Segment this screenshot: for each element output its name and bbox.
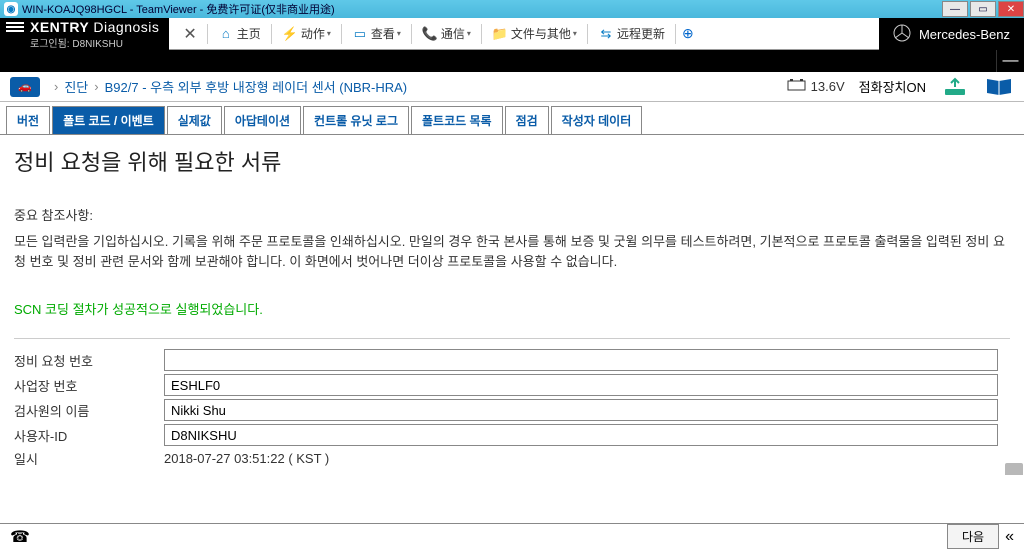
hamburger-icon[interactable]	[6, 20, 24, 34]
form-value: 2018-07-27 03:51:22 ( KST )	[164, 451, 1010, 466]
brand-xentry: XENTRY	[30, 19, 89, 35]
tab-author-data[interactable]: 작성자 데이터	[551, 106, 643, 134]
mercedes-brand: Mercedes-Benz	[879, 18, 1024, 50]
login-label: 로그인됨: D8NIKSHU	[30, 35, 159, 50]
minimize-button[interactable]: —	[942, 1, 968, 17]
form-row: 사용자-ID	[14, 424, 1010, 446]
app-minimize-button[interactable]: —	[996, 50, 1024, 72]
breadcrumb-code[interactable]: B92/7 - 우측 외부 후방 내장형 레이더 센서 (NBR-HRA)	[105, 77, 408, 96]
content-area: 정비 요청을 위해 필요한 서류 중요 참조사항: 모든 입력란을 기입하십시오…	[0, 135, 1024, 475]
instructions-paragraph: 모든 입력란을 기입하십시오. 기록을 위해 주문 프로토콜을 인쇄하십시오. …	[14, 232, 1010, 271]
tab-fault-code-list[interactable]: 폴트코드 목록	[411, 106, 503, 134]
form-input[interactable]	[164, 424, 998, 446]
form-row: 사업장 번호	[14, 374, 1010, 396]
form-row: 정비 요청 번호	[14, 349, 1010, 371]
tv-add-button[interactable]: ⊕	[682, 25, 694, 42]
breadcrumb-diag[interactable]: 진단	[64, 77, 88, 96]
form-label: 차대 번호(FIN)	[14, 471, 164, 475]
view-icon: ▭	[352, 26, 368, 42]
scrollbar-thumb[interactable]	[1005, 463, 1023, 475]
tab-fault-codes[interactable]: 폴트 코드 / 이벤트	[52, 106, 165, 134]
folder-icon: 📁	[492, 26, 508, 42]
form-value: WDDZF3DB4HA191307	[164, 473, 1010, 475]
expand-arrow-icon[interactable]: «	[1005, 528, 1014, 546]
phone-icon: 📞	[422, 26, 438, 42]
tv-view-button[interactable]: ▭查看▾	[344, 18, 409, 49]
teamviewer-icon: ◉	[4, 2, 18, 16]
tv-actions-button[interactable]: ⚡动作▾	[274, 18, 339, 49]
form-row: 검사원의 이름	[14, 399, 1010, 421]
battery-icon	[787, 79, 807, 94]
reference-heading: 중요 참조사항:	[14, 205, 1010, 224]
teamviewer-titlebar: ◉ WIN-KOAJQ98HGCL - TeamViewer - 免费许可证(仅…	[0, 0, 1024, 18]
page-title: 정비 요청을 위해 필요한 서류	[14, 145, 1010, 177]
home-icon: ⌂	[218, 26, 234, 42]
window-controls: — ▭ ✕	[940, 1, 1024, 17]
form-input[interactable]	[164, 374, 998, 396]
bolt-icon: ⚡	[282, 26, 298, 42]
form-row: 차대 번호(FIN)WDDZF3DB4HA191307	[14, 471, 1010, 475]
breadcrumb-bar: 🚗 › 진단 › B92/7 - 우측 외부 후방 내장형 레이더 센서 (NB…	[0, 72, 1024, 102]
mercedes-logo-icon	[893, 24, 911, 45]
form-label: 검사원의 이름	[14, 401, 164, 420]
phone-icon[interactable]: ☎	[10, 527, 30, 547]
export-button[interactable]	[940, 75, 970, 99]
form-row: 일시2018-07-27 03:51:22 ( KST )	[14, 449, 1010, 468]
vehicle-icon[interactable]: 🚗	[10, 77, 40, 97]
tab-adaptation[interactable]: 아답테이션	[224, 106, 301, 134]
tv-files-button[interactable]: 📁文件与其他▾	[484, 18, 585, 49]
sync-icon: ⇆	[598, 26, 614, 42]
tab-control-unit-log[interactable]: 컨트롤 유닛 로그	[303, 106, 409, 134]
tv-remote-button[interactable]: ⇆远程更新	[590, 18, 673, 49]
next-button[interactable]: 다음	[947, 524, 999, 549]
divider	[14, 338, 1010, 339]
tab-inspection[interactable]: 점검	[505, 106, 549, 134]
form-input[interactable]	[164, 349, 998, 371]
form-label: 정비 요청 번호	[14, 351, 164, 370]
tv-comm-button[interactable]: 📞通信▾	[414, 18, 479, 49]
maximize-button[interactable]: ▭	[970, 1, 996, 17]
brand-diagnosis: Diagnosis	[93, 19, 159, 35]
form-label: 일시	[14, 449, 164, 468]
footer-bar: ☎ 다음 «	[0, 523, 1024, 549]
teamviewer-menu: ✕ ⌂主页 ⚡动作▾ ▭查看▾ 📞通信▾ 📁文件与其他▾ ⇆远程更新 ⊕	[169, 18, 879, 50]
app-top-strip: —	[0, 50, 1024, 72]
close-button[interactable]: ✕	[998, 1, 1024, 17]
form-label: 사업장 번호	[14, 376, 164, 395]
battery-status: 13.6V	[787, 79, 845, 94]
tab-version[interactable]: 버전	[6, 106, 50, 134]
teamviewer-toolbar: XENTRY Diagnosis 로그인됨: D8NIKSHU ✕ ⌂主页 ⚡动…	[0, 18, 1024, 50]
tv-home-button[interactable]: ⌂主页	[210, 18, 269, 49]
tab-actual-values[interactable]: 실제값	[167, 106, 222, 134]
ignition-status: 점화장치ON	[859, 77, 926, 96]
form-label: 사용자-ID	[14, 426, 164, 445]
success-message: SCN 코딩 절차가 성공적으로 실행되었습니다.	[14, 299, 1010, 318]
tv-close-session-button[interactable]: ✕	[175, 24, 204, 44]
xentry-brand-area: XENTRY Diagnosis 로그인됨: D8NIKSHU	[0, 18, 169, 50]
window-title: WIN-KOAJQ98HGCL - TeamViewer - 免费许可证(仅非商…	[22, 1, 335, 17]
form-input[interactable]	[164, 399, 998, 421]
manual-button[interactable]	[984, 75, 1014, 99]
tabs: 버전 폴트 코드 / 이벤트 실제값 아답테이션 컨트롤 유닛 로그 폴트코드 …	[0, 102, 1024, 135]
